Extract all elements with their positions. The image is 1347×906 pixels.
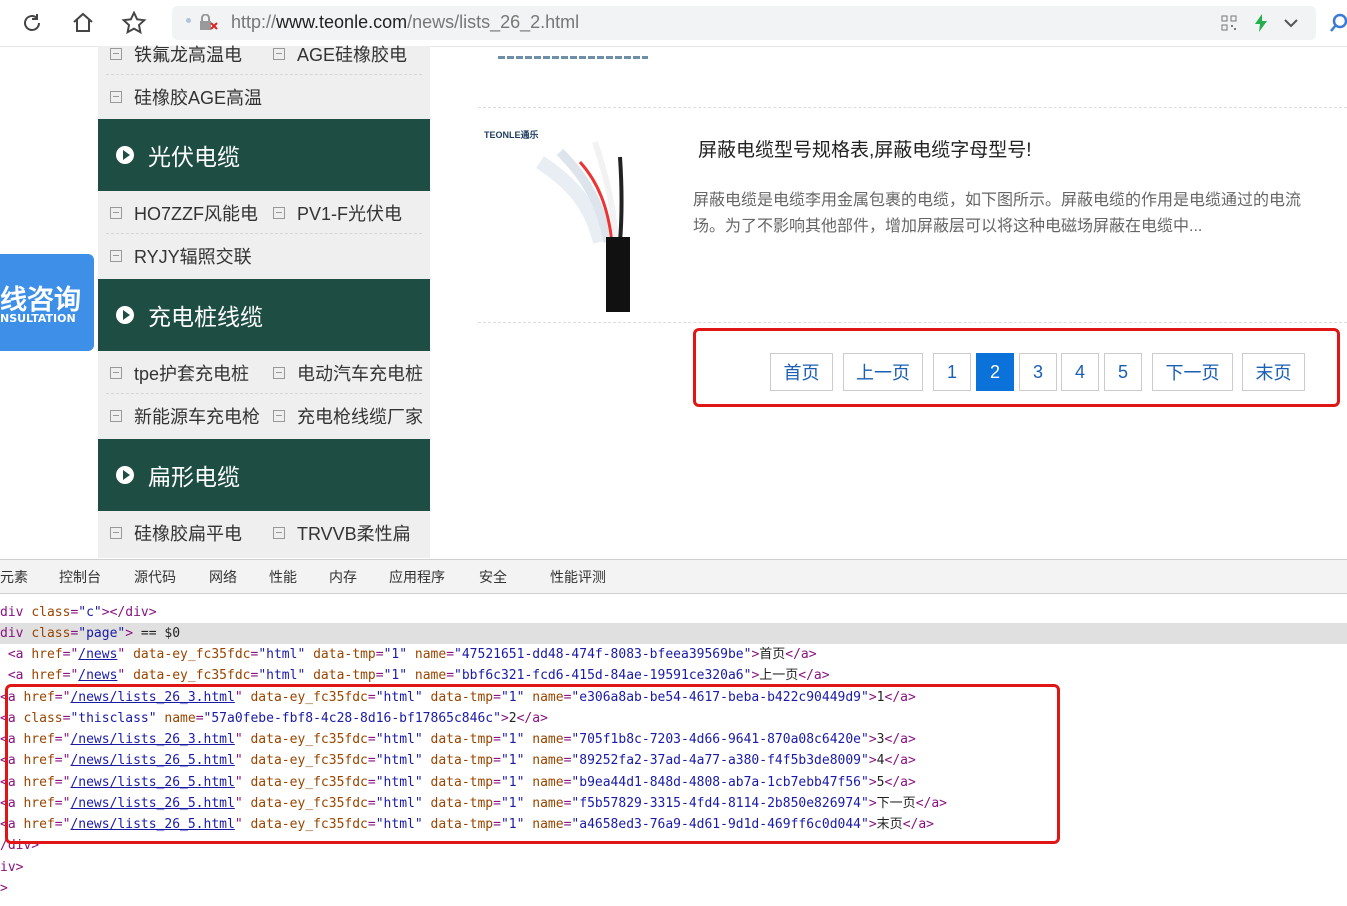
dot-icon [186, 18, 191, 23]
article-excerpt-line2: 场。为了不影响其他部件，增加屏蔽层可以将这种电磁场屏蔽在电缆中... [693, 218, 1203, 235]
divider [478, 322, 1347, 323]
devtools-tab-network[interactable]: 网络 [209, 567, 237, 587]
sidebar-row: HO7ZZF风能电 PV1-F光伏电 [98, 191, 430, 234]
devtools-tab-sources[interactable]: 源代码 [134, 567, 176, 587]
expand-box-icon [273, 206, 285, 219]
sidebar-link[interactable]: 硅橡胶扁平电 [110, 511, 242, 554]
expand-box-icon [110, 249, 122, 262]
sidebar-link[interactable]: RYJY辐照交联 [110, 234, 252, 277]
dom-line[interactable]: iv> [0, 857, 1347, 878]
sidebar-link[interactable]: tpe护套充电桩 [110, 351, 249, 394]
sidebar-link[interactable]: 充电枪线缆厂家 [273, 394, 423, 437]
sidebar-row: 铁氟龙高温电 AGE硅橡胶电 [98, 32, 430, 75]
dom-line[interactable]: div class="page"> == $0 [0, 623, 1347, 644]
sidebar-link[interactable]: 硅橡胶AGE高温 [110, 75, 262, 118]
devtools-tab-performance[interactable]: 性能 [269, 567, 297, 587]
article-thumbnail[interactable]: TEONLE通乐 [480, 122, 670, 312]
product-sidebar: 铁氟龙高温电 AGE硅橡胶电 硅橡胶AGE高温 光伏电缆 HO7ZZF风能电 P… [98, 45, 430, 558]
dom-line[interactable]: div class="c"></div> [0, 602, 1347, 623]
article-title[interactable]: 屏蔽电缆型号规格表,屏蔽电缆字母型号! [698, 135, 1032, 162]
sidebar-row: tpe护套充电桩 电动汽车充电桩 [98, 351, 430, 394]
cable-image [536, 141, 630, 312]
expand-box-icon [273, 366, 285, 379]
url-text[interactable]: http://www.teonle.com/news/lists_26_2.ht… [231, 12, 579, 33]
consult-subtitle: NSULTATION [0, 312, 76, 325]
chevron-down-icon[interactable] [1282, 14, 1300, 36]
qr-code-icon[interactable] [1221, 15, 1237, 35]
category-header-flat[interactable]: 扁形电缆 [98, 439, 430, 511]
home-icon[interactable] [68, 8, 98, 38]
dom-line[interactable]: <a href="/news" data-ey_fc35fdc="html" d… [0, 644, 1347, 665]
article-excerpt-line1: 屏蔽电缆是电缆李用金属包裹的电缆，如下图所示。屏蔽电缆的作用是电缆通过的电流 [693, 192, 1302, 209]
sidebar-link[interactable]: HO7ZZF风能电 [110, 191, 258, 234]
sidebar-row: 新能源车充电枪 充电枪线缆厂家 [98, 394, 430, 437]
devtools-tabbar: 元素 控制台 源代码 网络 性能 内存 应用程序 安全 性能评测 [0, 559, 1347, 594]
devtools-tab-lighthouse[interactable]: 性能评测 [550, 567, 606, 587]
expand-box-icon [110, 206, 122, 219]
sidebar-link[interactable]: 新能源车充电枪 [110, 394, 260, 437]
sidebar-row: 硅橡胶扁平电 TRVVB柔性扁 [98, 511, 430, 554]
sidebar-link[interactable]: PV1-F光伏电 [273, 191, 402, 234]
online-consult-button[interactable]: 线咨询 NSULTATION [0, 254, 94, 351]
category-title: 扁形电缆 [148, 465, 240, 491]
sidebar-link[interactable]: 电动汽车充电桩 [273, 351, 423, 394]
expand-box-icon [273, 409, 285, 422]
expand-box-icon [273, 47, 285, 60]
category-header-charging[interactable]: 充电桩线缆 [98, 279, 430, 351]
expand-box-icon [273, 526, 285, 539]
lightning-icon[interactable] [1254, 13, 1268, 37]
devtools-tab-elements[interactable]: 元素 [0, 567, 28, 587]
play-circle-icon [116, 466, 134, 484]
article-thumb-partial[interactable] [498, 52, 648, 64]
category-header-pv[interactable]: 光伏电缆 [98, 119, 430, 191]
expand-box-icon [110, 47, 122, 60]
category-title: 光伏电缆 [148, 145, 240, 171]
devtools-tab-application[interactable]: 应用程序 [389, 567, 445, 587]
sidebar-link[interactable]: TRVVB柔性扁 [273, 511, 411, 554]
devtools-tab-console[interactable]: 控制台 [59, 567, 101, 587]
divider [478, 107, 1347, 108]
dom-line[interactable]: <a href="/news" data-ey_fc35fdc="html" d… [0, 665, 1347, 686]
sidebar-link[interactable]: 铁氟龙高温电 [110, 32, 242, 75]
search-icon[interactable] [1330, 12, 1347, 38]
reload-icon[interactable] [17, 8, 47, 38]
sidebar-row: RYJY辐照交联 [98, 234, 430, 277]
expand-box-icon [110, 409, 122, 422]
play-circle-icon [116, 306, 134, 324]
sidebar-link[interactable]: AGE硅橡胶电 [273, 32, 407, 75]
highlight-box-code [5, 684, 1060, 844]
highlight-box-pagination [693, 328, 1340, 407]
devtools-tab-security[interactable]: 安全 [479, 567, 507, 587]
play-circle-icon [116, 146, 134, 164]
devtools-tab-memory[interactable]: 内存 [329, 567, 357, 587]
category-title: 充电桩线缆 [148, 305, 263, 331]
expand-box-icon [110, 526, 122, 539]
expand-box-icon [110, 366, 122, 379]
dom-line[interactable]: > [0, 878, 1347, 899]
sidebar-row: 硅橡胶AGE高温 [98, 75, 430, 118]
expand-box-icon [110, 90, 122, 103]
